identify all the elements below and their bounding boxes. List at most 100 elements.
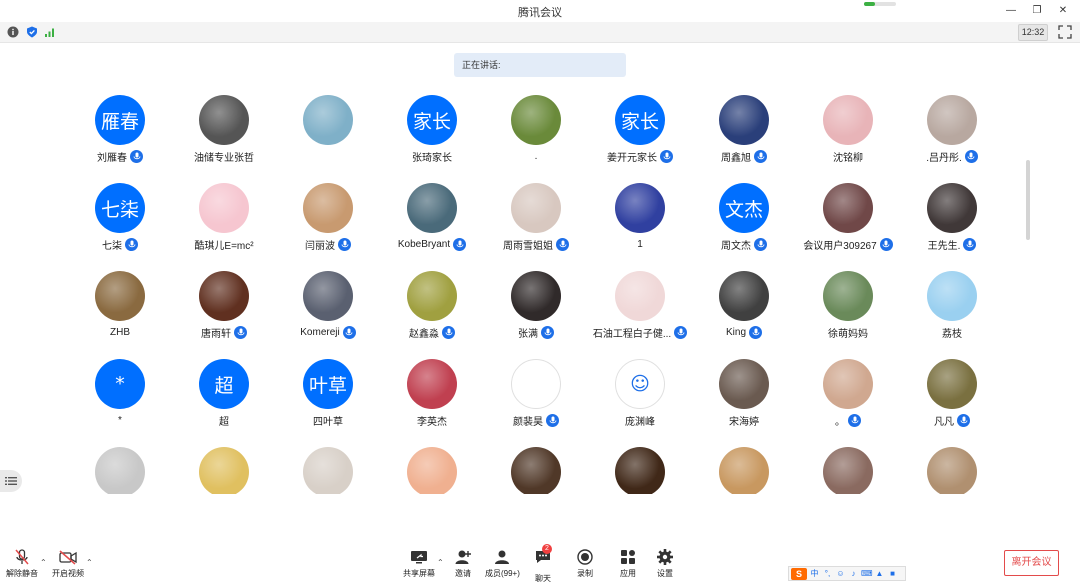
participant-tile[interactable]: 叶草 四叶草 <box>276 359 380 445</box>
participant-name: 1 <box>637 238 643 250</box>
participant-tile[interactable]: 周雨雪姐姐 <box>484 183 588 269</box>
avatar <box>95 271 145 321</box>
participant-tile[interactable]: 文杰 周文杰 <box>692 183 796 269</box>
participant-tile[interactable]: 周鑫旭 <box>692 95 796 181</box>
participant-name: 闫丽波 <box>305 240 335 252</box>
start-video-button[interactable]: 开启视频 <box>52 548 84 579</box>
participant-tile[interactable]: * * <box>68 359 172 445</box>
participant-tile[interactable]: 荔枝 <box>900 271 1004 357</box>
participant-tile[interactable] <box>588 447 692 494</box>
participant-tile[interactable]: KobeBryant <box>380 183 484 269</box>
participant-tile[interactable]: King <box>692 271 796 357</box>
mic-on-icon <box>660 149 673 163</box>
ime-lang-indicator[interactable]: 中 <box>809 568 820 579</box>
participant-name: 张满 <box>518 328 538 340</box>
members-button[interactable]: 成员(99+) <box>485 548 520 579</box>
mic-on-icon <box>541 325 554 339</box>
participant-tile[interactable]: 七柒 七柒 <box>68 183 172 269</box>
participant-tile[interactable]: 徐萌妈妈 <box>796 271 900 357</box>
participant-tile[interactable]: 酷琪儿E=mc² <box>172 183 276 269</box>
avatar <box>199 271 249 321</box>
participant-tile[interactable] <box>68 447 172 494</box>
participant-tile[interactable]: ☺ 庞渊峰 <box>588 359 692 445</box>
avatar: 超 <box>199 359 249 409</box>
status-bar: 12:32 <box>0 22 1080 43</box>
minimize-button[interactable]: — <box>1000 2 1022 18</box>
participant-tile[interactable]: 沈铭柳 <box>796 95 900 181</box>
participant-tile[interactable] <box>484 447 588 494</box>
avatar <box>511 271 561 321</box>
apps-button[interactable]: 应用 <box>619 548 637 579</box>
participant-name: 凡凡 <box>934 416 954 428</box>
participant-tile[interactable]: 李英杰 <box>380 359 484 445</box>
start-video-label: 开启视频 <box>52 569 84 578</box>
participant-tile[interactable]: 张满 <box>484 271 588 357</box>
participant-tile[interactable]: 雁春 刘雁春 <box>68 95 172 181</box>
mic-on-icon <box>754 149 767 163</box>
mic-on-icon <box>879 237 893 251</box>
avatar <box>927 447 977 494</box>
unmute-button[interactable]: 解除静音 <box>6 548 38 579</box>
side-panel-toggle[interactable] <box>0 470 22 492</box>
ime-skin-icon[interactable]: ▲ <box>874 569 885 578</box>
participant-tile[interactable] <box>900 447 1004 494</box>
record-button[interactable]: 录制 <box>576 548 594 579</box>
participant-tile[interactable]: 闫丽波 <box>276 183 380 269</box>
participant-tile[interactable]: 赵鑫淼 <box>380 271 484 357</box>
video-options-caret[interactable]: ⌃ <box>86 558 93 567</box>
participant-tile[interactable]: 1 <box>588 183 692 269</box>
participant-tile[interactable]: 凡凡 <box>900 359 1004 445</box>
shield-icon[interactable] <box>26 26 38 38</box>
participant-tile[interactable] <box>796 447 900 494</box>
participant-tile[interactable]: 家长 姜开元家长 <box>588 95 692 181</box>
share-screen-button[interactable]: 共享屏幕 <box>403 548 435 579</box>
avatar: 叶草 <box>303 359 353 409</box>
meeting-toolbar: 解除静音 ⌃ 开启视频 ⌃ 共享屏幕 ⌃ 邀请 成员(99+) 2 聊天 录制 … <box>0 540 1080 584</box>
ime-voice-icon[interactable]: ♪ <box>848 569 859 578</box>
leave-meeting-button[interactable]: 离开会议 <box>1004 550 1059 576</box>
restore-button[interactable]: ❐ <box>1026 2 1048 18</box>
avatar: 七柒 <box>95 183 145 233</box>
participant-tile[interactable] <box>692 447 796 494</box>
info-icon[interactable] <box>7 26 19 38</box>
participant-name: King <box>725 326 746 338</box>
participant-tile[interactable]: . <box>484 95 588 181</box>
participant-tile[interactable]: 超超 <box>172 359 276 445</box>
participant-tile[interactable] <box>172 447 276 494</box>
participant-tile[interactable]: 王先生. <box>900 183 1004 269</box>
invite-button[interactable]: 邀请 <box>454 548 472 579</box>
participant-tile[interactable]: 石油工程白子健... <box>588 271 692 357</box>
participant-tile[interactable] <box>276 447 380 494</box>
participant-tile[interactable]: .吕丹彤. <box>900 95 1004 181</box>
ime-keyboard-icon[interactable]: ⌨ <box>861 569 873 578</box>
participant-tile[interactable]: ZHB <box>68 271 172 357</box>
participant-name: 周文杰 <box>721 240 751 252</box>
chat-button[interactable]: 2 聊天 <box>534 544 552 584</box>
participant-name: KobeBryant <box>397 238 451 250</box>
signal-icon[interactable] <box>44 26 56 38</box>
participant-tile[interactable]: 宋海婷 <box>692 359 796 445</box>
participant-tile[interactable]: Komereji <box>276 271 380 357</box>
share-options-caret[interactable]: ⌃ <box>437 558 444 567</box>
ime-punct-icon[interactable]: °, <box>822 569 833 578</box>
ime-tools-icon[interactable]: ■ <box>887 569 898 578</box>
avatar: 家长 <box>615 95 665 145</box>
participant-tile[interactable]: 家长 张琦家长 <box>380 95 484 181</box>
avatar <box>615 271 665 321</box>
participant-tile[interactable]: 颜裴昊 <box>484 359 588 445</box>
participant-tile[interactable] <box>276 95 380 181</box>
participant-tile[interactable]: 会议用户309267 <box>796 183 900 269</box>
participant-tile[interactable]: 。 <box>796 359 900 445</box>
participant-name: 酷琪儿E=mc² <box>194 240 254 252</box>
invite-icon <box>455 550 471 564</box>
ime-toolbar[interactable]: S 中 °, ☺ ♪ ⌨ ▲ ■ <box>788 566 906 581</box>
ime-emoji-icon[interactable]: ☺ <box>835 569 846 578</box>
fullscreen-icon[interactable] <box>1058 25 1072 39</box>
participant-tile[interactable] <box>380 447 484 494</box>
settings-button[interactable]: 设置 <box>656 548 674 579</box>
participant-tile[interactable]: 唐雨轩 <box>172 271 276 357</box>
close-button[interactable]: ✕ <box>1052 2 1074 18</box>
grid-scrollbar[interactable] <box>1026 160 1030 240</box>
participant-tile[interactable]: 油储专业张哲 <box>172 95 276 181</box>
audio-options-caret[interactable]: ⌃ <box>40 558 47 567</box>
